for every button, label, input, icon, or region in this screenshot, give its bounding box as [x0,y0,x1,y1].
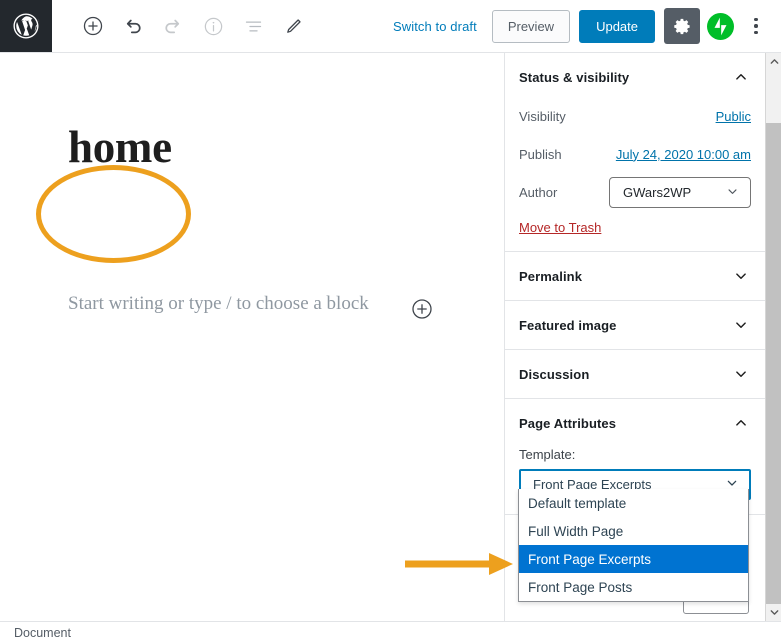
kebab-dot [754,30,758,35]
panel-featured-image: Featured image [505,301,765,350]
row-author: Author GWars2WP [519,177,751,208]
info-circle-icon [204,17,222,35]
plus-circle-icon [412,299,432,319]
scrollbar-down-button[interactable] [766,604,781,621]
panel-status-and-visibility: Status & visibility Visibility Public Pu… [505,53,765,252]
kebab-dot [754,17,758,22]
scrollbar-track[interactable] [766,70,781,123]
chevron-up-icon[interactable] [732,414,750,432]
toolbar-actions: Switch to draft Preview Update [393,8,781,44]
redo-arrow-icon [165,19,180,34]
list-view-button[interactable] [235,8,271,44]
more-options-button[interactable] [739,8,773,44]
row-label-publish: Publish [519,146,562,162]
panel-header-status-and-visibility[interactable]: Status & visibility [505,53,765,101]
chevron-down-icon [725,184,740,202]
breadcrumb-document[interactable]: Document [14,626,71,640]
preview-button[interactable]: Preview [491,9,571,43]
add-block-button[interactable] [75,8,111,44]
redo-button[interactable] [155,8,191,44]
panel-title: Status & visibility [519,69,630,85]
kebab-dot [754,24,758,28]
panel-discussion: Discussion [505,350,765,399]
switch-to-draft-button[interactable]: Switch to draft [393,19,477,34]
publish-date-link[interactable]: July 24, 2020 10:00 am [616,147,751,162]
template-option-front-page-posts[interactable]: Front Page Posts [519,573,748,601]
panel-permalink: Permalink [505,252,765,301]
row-visibility: Visibility Public [519,101,751,131]
panel-header-page-attributes[interactable]: Page Attributes [505,399,765,447]
panel-title: Discussion [519,366,590,382]
template-dropdown-list: Default template Full Width Page Front P… [518,489,749,602]
scrollbar-thumb[interactable] [766,123,781,604]
panel-title: Featured image [519,317,617,333]
settings-button[interactable] [664,8,700,44]
panel-body-status-and-visibility: Visibility Public Publish July 24, 2020 … [505,101,765,251]
list-view-icon [245,20,261,32]
author-select[interactable]: GWars2WP [609,177,751,208]
post-title[interactable]: home [68,125,172,170]
visibility-value-link[interactable]: Public [716,109,751,124]
panel-header-discussion[interactable]: Discussion [505,350,765,398]
chevron-down-icon[interactable] [732,365,750,383]
undo-button[interactable] [115,8,151,44]
gear-icon [673,18,690,34]
annotation-ellipse-icon [36,165,191,263]
editor-canvas: home Start writing or type / to choose a… [0,53,504,621]
details-button[interactable] [195,8,231,44]
chevron-down-icon[interactable] [732,267,750,285]
row-label-visibility: Visibility [519,108,566,124]
toolbar-tool-group [75,8,315,44]
editor-toolbar: Switch to draft Preview Update [0,0,781,53]
author-select-value: GWars2WP [623,185,692,200]
template-option-front-page-excerpts[interactable]: Front Page Excerpts [519,545,748,573]
panel-title: Page Attributes [519,415,617,431]
update-button[interactable]: Update [579,9,655,43]
edit-mode-button[interactable] [275,8,311,44]
row-publish: Publish July 24, 2020 10:00 am [519,139,751,169]
undo-arrow-icon [126,19,141,34]
pencil-icon [286,18,301,33]
plus-circle-icon [83,16,103,36]
wordpress-logo-button[interactable] [0,0,52,52]
panel-title: Permalink [519,268,583,284]
jetpack-button[interactable] [707,12,734,40]
chevron-up-icon[interactable] [732,68,750,86]
block-appender-button[interactable] [410,297,434,321]
paragraph-block-placeholder[interactable]: Start writing or type / to choose a bloc… [68,293,369,315]
move-to-trash-link[interactable]: Move to Trash [519,220,601,235]
row-label-author: Author [519,185,558,200]
chevron-down-icon[interactable] [732,316,750,334]
template-option-default-template[interactable]: Default template [519,489,748,517]
template-label: Template: [519,447,576,462]
panel-header-permalink[interactable]: Permalink [505,252,765,300]
jetpack-icon [714,17,727,35]
editor-status-bar: Document [0,621,781,644]
template-option-full-width-page[interactable]: Full Width Page [519,517,748,545]
wordpress-logo-icon [11,11,41,41]
scrollbar-up-button[interactable] [766,53,781,70]
sidebar-scrollbar[interactable] [765,53,781,621]
panel-header-featured-image[interactable]: Featured image [505,301,765,349]
wordpress-block-editor: Switch to draft Preview Update home Star… [0,0,781,644]
